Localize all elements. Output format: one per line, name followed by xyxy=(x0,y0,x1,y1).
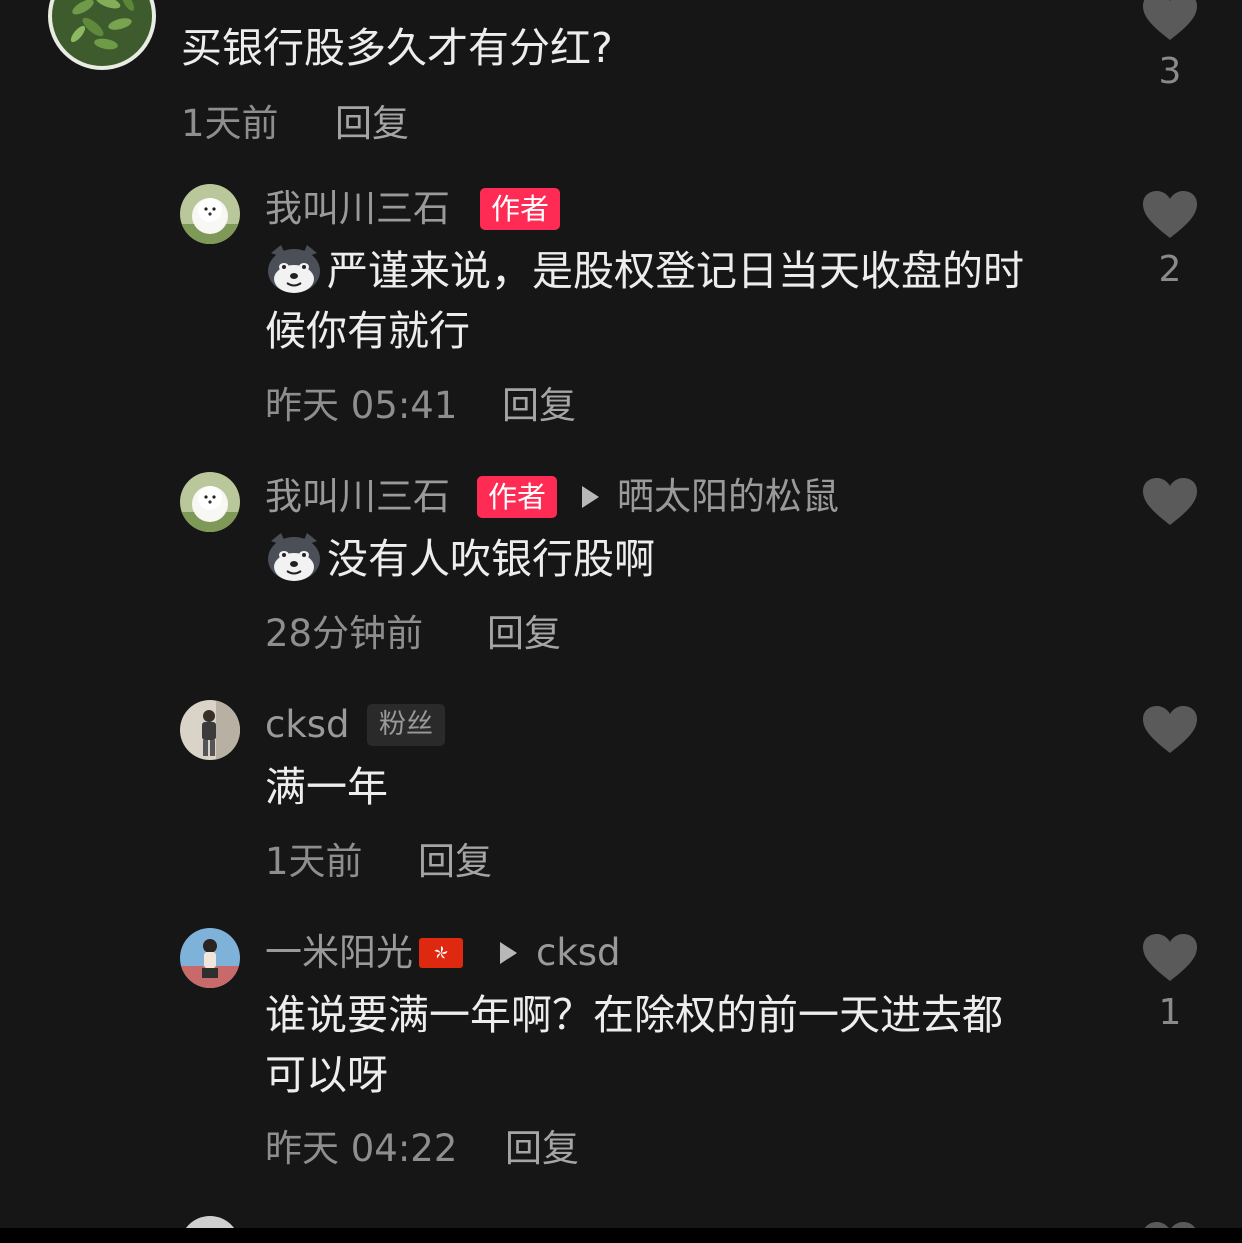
heart-icon[interactable] xyxy=(1142,705,1198,755)
comment-text-line: 严谨来说，是股权登记日当天收盘的时 xyxy=(327,247,1024,295)
comment-text-line: 谁说要满一年啊？在除权的前一天进去都 xyxy=(265,991,1003,1039)
comment-text-line: 没有人吹银行股啊 xyxy=(327,535,655,583)
reply-button[interactable]: 回复 xyxy=(335,102,409,146)
avatar[interactable] xyxy=(180,472,240,532)
heart-icon[interactable] xyxy=(1142,933,1198,983)
comment-text: 谁说要满一年啊？在除权的前一天进去都 可以呀 xyxy=(265,985,1125,1105)
bottom-bar xyxy=(0,1228,1242,1243)
triangle-right-icon xyxy=(500,942,517,964)
hong-kong-flag xyxy=(419,934,463,968)
username-text: 一米阳光 xyxy=(265,931,413,974)
fan-badge: 粉丝 xyxy=(367,704,445,746)
reply-target-user[interactable]: 晒太阳的松鼠 xyxy=(617,475,839,519)
heart-icon[interactable] xyxy=(1142,477,1198,527)
author-badge: 作者 xyxy=(480,188,561,230)
reply-button[interactable]: 回复 xyxy=(505,1127,579,1171)
comment-text: 没有人吹银行股啊 xyxy=(265,529,1125,589)
avatar[interactable] xyxy=(180,184,240,244)
reply-target-user[interactable]: cksd xyxy=(536,931,621,975)
comment-text-line: 可以呀 xyxy=(265,1051,388,1099)
like-count: 3 xyxy=(1158,51,1182,92)
comment-time: 1天前 xyxy=(265,840,363,883)
triangle-right-icon xyxy=(582,486,599,508)
comment-text: 满一年 xyxy=(265,763,388,811)
comment-text-line: 候你有就行 xyxy=(265,307,470,355)
reply-button[interactable]: 回复 xyxy=(487,612,561,656)
husky-doge-emoji xyxy=(265,243,323,295)
username[interactable]: 我叫川三石 xyxy=(265,187,450,231)
username[interactable]: 一米阳光 xyxy=(265,931,463,975)
comment-time: 昨天 05:41 xyxy=(265,384,458,427)
reply-button[interactable]: 回复 xyxy=(502,384,576,428)
heart-icon[interactable] xyxy=(1142,190,1198,240)
author-badge: 作者 xyxy=(477,476,558,518)
comment-time: 昨天 04:22 xyxy=(265,1127,458,1170)
heart-icon[interactable] xyxy=(1142,0,1198,42)
username[interactable]: cksd xyxy=(265,703,350,747)
avatar[interactable] xyxy=(180,700,240,760)
avatar[interactable] xyxy=(180,928,240,988)
like-count: 1 xyxy=(1158,992,1182,1033)
reply-button[interactable]: 回复 xyxy=(418,840,492,884)
husky-doge-emoji xyxy=(265,531,323,583)
comment-list: 买银行股多久才有分红? 1天前 回复 3 我叫川三石 作者 严谨来说，是股权登记… xyxy=(0,0,1242,1243)
comment-text: 严谨来说，是股权登记日当天收盘的时 候你有就行 xyxy=(265,241,1125,361)
like-count: 2 xyxy=(1158,249,1182,290)
username[interactable]: 我叫川三石 xyxy=(265,475,450,519)
avatar[interactable] xyxy=(48,0,156,70)
comment-text: 买银行股多久才有分红? xyxy=(181,24,613,72)
comment-time: 1天前 xyxy=(181,102,279,145)
comment-time: 28分钟前 xyxy=(265,612,424,655)
